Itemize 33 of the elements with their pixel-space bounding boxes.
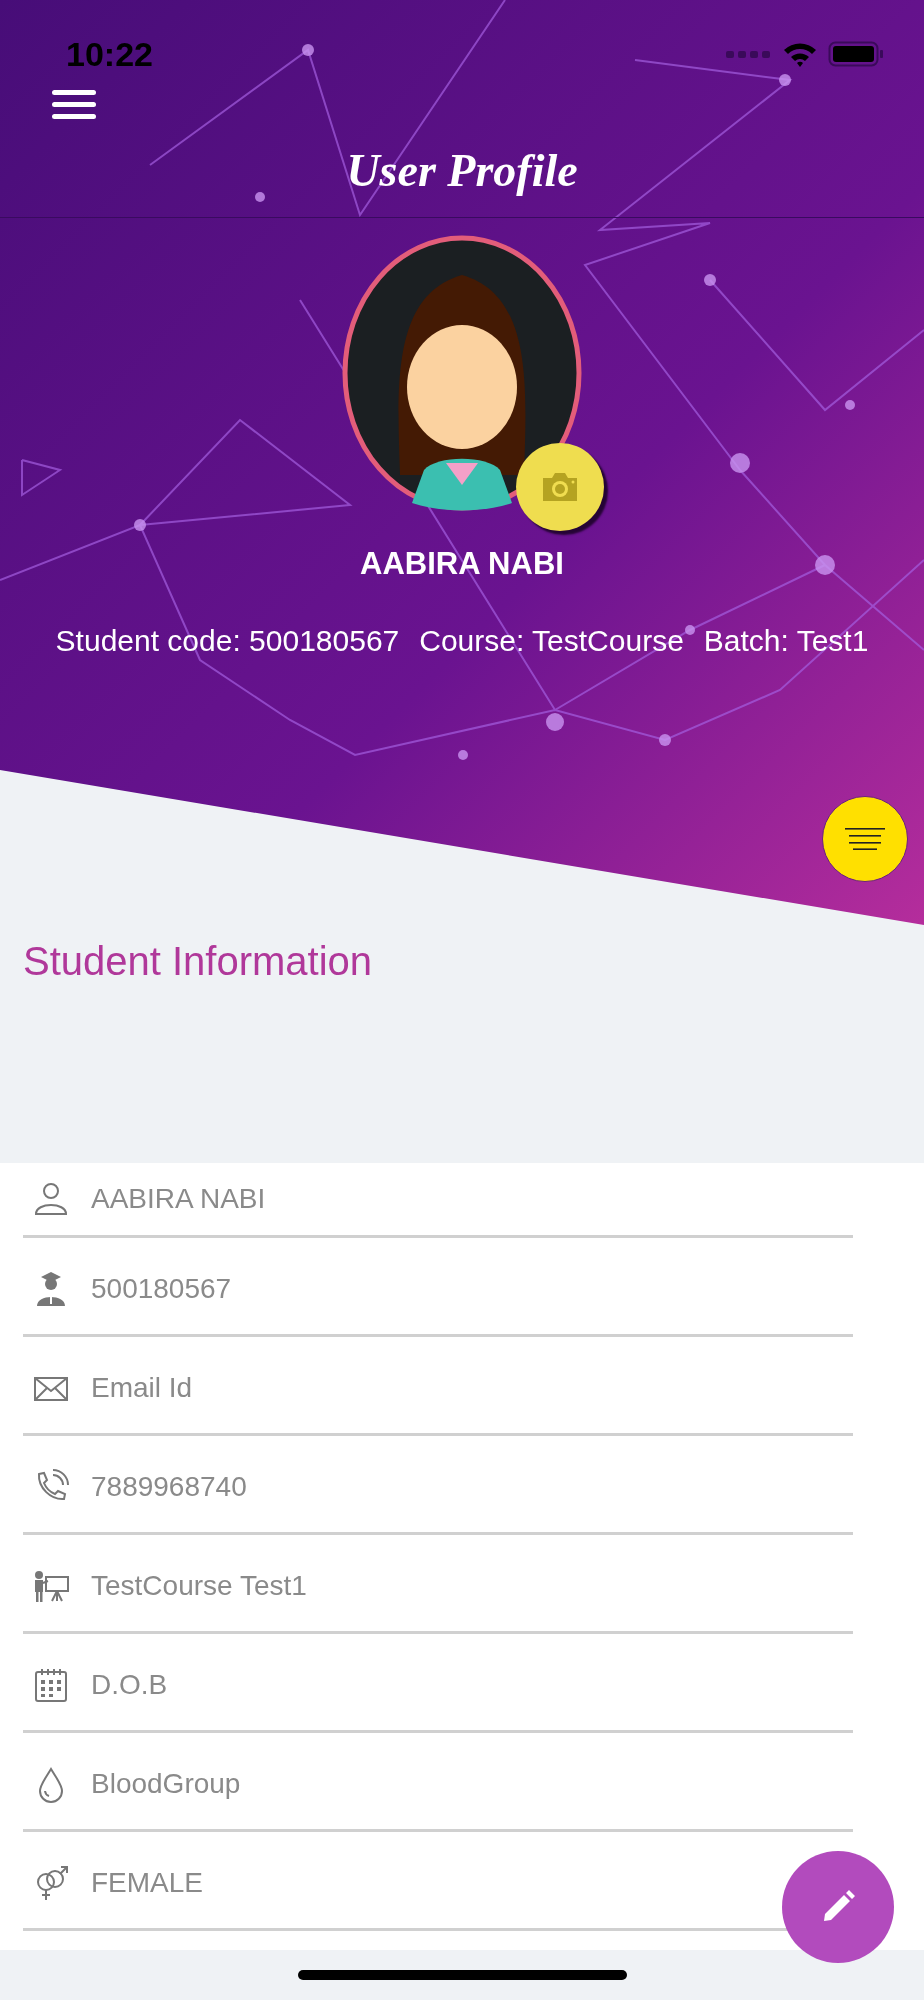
input-field[interactable]: 500180567	[91, 1273, 691, 1305]
network-node	[704, 274, 716, 286]
battery-icon	[828, 41, 884, 67]
student-name: AABIRA NABI	[360, 546, 564, 582]
input-field[interactable]: TestCourse Test1	[91, 1570, 691, 1602]
input-field[interactable]: 7889968740	[91, 1471, 691, 1503]
section-title: Student Information	[23, 939, 373, 984]
network-line	[21, 458, 63, 497]
network-node	[815, 555, 835, 575]
student-detail: Batch: Test1	[703, 624, 869, 658]
status-time: 10:22	[66, 34, 153, 74]
network-node	[685, 625, 695, 635]
input-field[interactable]: AABIRA NABI	[91, 1183, 691, 1215]
input-field[interactable]: Email Id	[91, 1372, 691, 1404]
lines-icon	[845, 828, 885, 850]
network-node	[845, 400, 855, 410]
screen-title: User Profile	[346, 143, 578, 197]
menu-icon[interactable]	[52, 90, 96, 120]
network-node	[255, 192, 265, 202]
student-detail: Student code: 500180567	[55, 624, 400, 658]
input-field[interactable]: BloodGroup	[91, 1768, 691, 1800]
network-node	[779, 74, 791, 86]
network-node	[659, 734, 671, 746]
network-node	[134, 519, 146, 531]
input-field[interactable]: D.O.B	[91, 1669, 691, 1701]
network-node	[302, 44, 314, 56]
signal-icon	[726, 49, 772, 59]
camera-icon	[540, 471, 580, 503]
network-node	[546, 713, 564, 731]
student-detail: Course: TestCourse	[419, 624, 684, 658]
network-node	[458, 750, 468, 760]
input-field[interactable]: FEMALE	[91, 1867, 691, 1899]
network-node	[730, 453, 750, 473]
